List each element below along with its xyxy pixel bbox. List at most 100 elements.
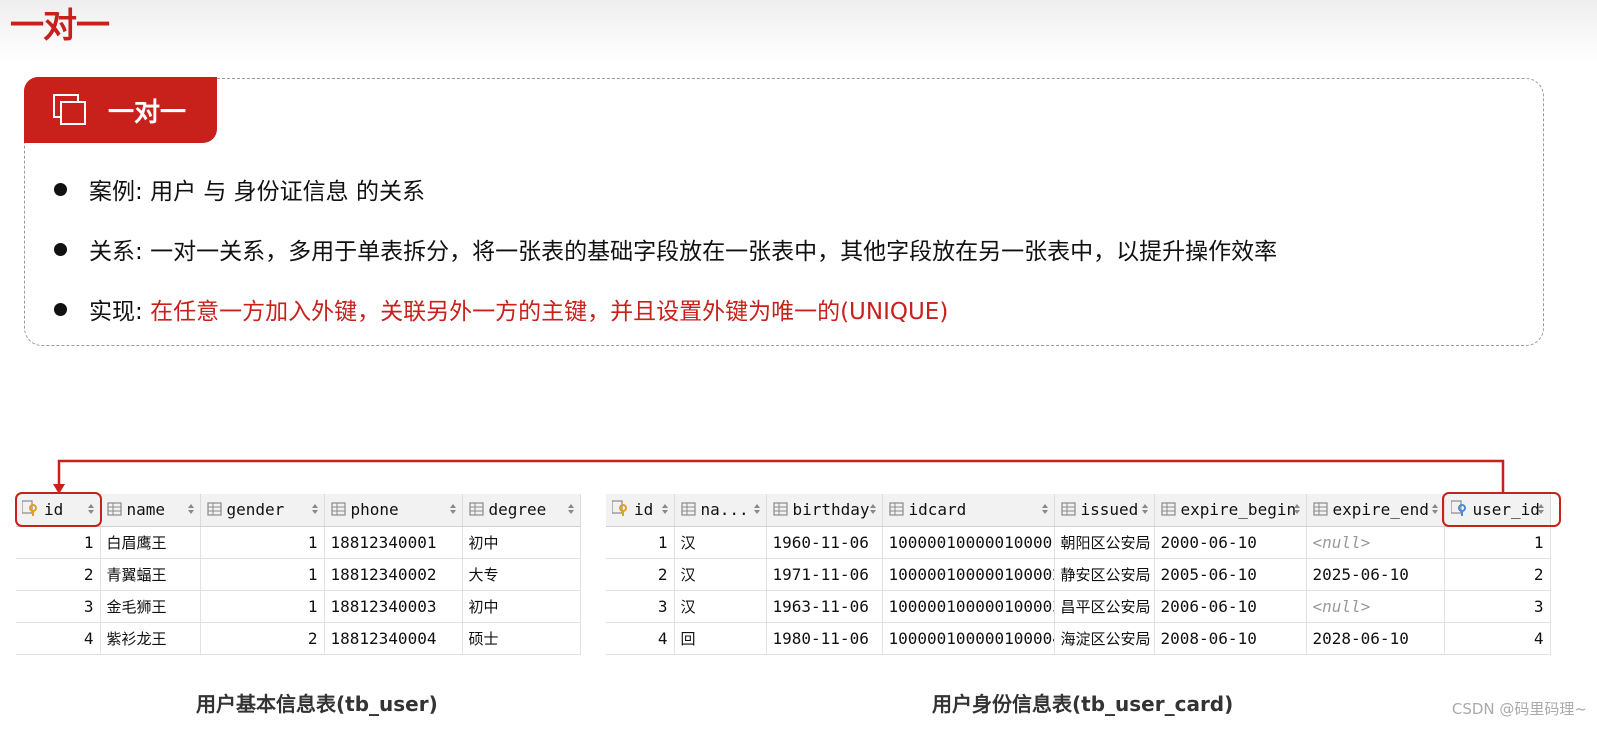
column-icon bbox=[772, 501, 789, 520]
primary-key-highlight bbox=[15, 492, 102, 527]
table-cell[interactable]: 汉 bbox=[674, 590, 767, 623]
column-icon bbox=[330, 501, 347, 520]
table-cell[interactable]: 2 bbox=[606, 558, 675, 591]
relation-arrow bbox=[53, 459, 1505, 494]
column-header-degree[interactable]: degree bbox=[462, 494, 581, 527]
table-cell[interactable]: 2 bbox=[1444, 558, 1551, 591]
table-cell[interactable]: 1 bbox=[606, 526, 675, 559]
table-cell[interactable]: 3 bbox=[1444, 590, 1551, 623]
column-header-expire_end[interactable]: expire_end bbox=[1306, 494, 1445, 527]
table-row[interactable]: 4 回 1980-11-06 100000100000100004 海淀区公安局 2008… bbox=[606, 622, 1551, 655]
table-cell[interactable]: 2006-06-10 bbox=[1154, 590, 1307, 623]
table-cell[interactable]: 白眉鹰王 bbox=[100, 526, 201, 559]
column-header-label: expire_begin bbox=[1180, 500, 1297, 519]
table-cell[interactable]: 18812340001 bbox=[324, 526, 463, 559]
table-cell[interactable]: 3 bbox=[16, 590, 101, 623]
column-icon bbox=[468, 501, 485, 520]
table-cell[interactable]: 18812340004 bbox=[324, 622, 463, 655]
table-cell[interactable]: 2028-06-10 bbox=[1306, 622, 1445, 655]
column-header-label: birthday bbox=[792, 500, 870, 519]
table-row[interactable]: 2 汉 1971-11-06 100000100000100002 静安区公安局 2005… bbox=[606, 558, 1551, 591]
table-cell[interactable]: 18812340003 bbox=[324, 590, 463, 623]
table-cell[interactable]: 4 bbox=[606, 622, 675, 655]
table-cell[interactable]: 1980-11-06 bbox=[766, 622, 883, 655]
column-header-label: na... bbox=[700, 500, 749, 519]
table-cell[interactable]: 18812340002 bbox=[324, 558, 463, 591]
table-cell[interactable]: 1971-11-06 bbox=[766, 558, 883, 591]
foreign-key-highlight bbox=[1442, 492, 1561, 527]
column-header-label: issued bbox=[1080, 500, 1139, 519]
column-header-expire_begin[interactable]: expire_begin bbox=[1154, 494, 1307, 527]
column-header-name[interactable]: name bbox=[100, 494, 201, 527]
table-cell[interactable]: 2025-06-10 bbox=[1306, 558, 1445, 591]
table-cell[interactable]: 4 bbox=[1444, 622, 1551, 655]
table-cell[interactable]: 1 bbox=[1444, 526, 1551, 559]
table-row[interactable]: 1 汉 1960-11-06 100000100000100001 朝阳区公安局 2000… bbox=[606, 526, 1551, 559]
watermark: CSDN @码里码理~ bbox=[1451, 700, 1587, 718]
column-header-id[interactable]: id bbox=[606, 494, 675, 527]
tb-card-header-row: id na... birthday idcard issued expire_begin e… bbox=[606, 494, 1551, 527]
table-cell[interactable]: 回 bbox=[674, 622, 767, 655]
column-header-label: name bbox=[126, 500, 166, 519]
column-header-idcard[interactable]: idcard bbox=[882, 494, 1055, 527]
column-icon bbox=[1160, 501, 1177, 520]
table-row[interactable]: 3 金毛狮王 1 18812340003 初中 bbox=[16, 590, 581, 623]
table-cell[interactable]: 2005-06-10 bbox=[1154, 558, 1307, 591]
table-row[interactable]: 4 紫衫龙王 2 18812340004 硕士 bbox=[16, 622, 581, 655]
column-header-issued[interactable]: issued bbox=[1054, 494, 1155, 527]
tb-user-card-caption: 用户身份信息表(tb_user_card) bbox=[932, 692, 1234, 716]
column-icon bbox=[680, 501, 697, 520]
tb-user-card-table: id na... birthday idcard issued expire_begin e… bbox=[606, 494, 1551, 655]
table-cell[interactable]: 汉 bbox=[674, 558, 767, 591]
key-icon bbox=[611, 500, 630, 520]
table-cell[interactable]: 2 bbox=[200, 622, 325, 655]
column-header-label: phone bbox=[350, 500, 399, 519]
table-cell[interactable]: 1 bbox=[16, 526, 101, 559]
column-header-phone[interactable]: phone bbox=[324, 494, 463, 527]
column-icon bbox=[888, 501, 905, 520]
table-cell[interactable]: 1963-11-06 bbox=[766, 590, 883, 623]
table-row[interactable]: 2 青翼蝠王 1 18812340002 大专 bbox=[16, 558, 581, 591]
table-cell[interactable]: 100000100000100003 bbox=[882, 590, 1055, 623]
tb-user-caption: 用户基本信息表(tb_user) bbox=[196, 692, 438, 716]
tb-user-body: 1 白眉鹰王 1 18812340001 初中 2 青翼蝠王 1 18812340002 大专 3 金… bbox=[16, 526, 581, 655]
column-header-label: expire_end bbox=[1332, 500, 1429, 519]
table-cell[interactable]: 2000-06-10 bbox=[1154, 526, 1307, 559]
column-icon bbox=[106, 501, 123, 520]
table-cell[interactable]: <null> bbox=[1306, 590, 1445, 623]
table-row[interactable]: 3 汉 1963-11-06 100000100000100003 昌平区公安局 2006… bbox=[606, 590, 1551, 623]
table-cell[interactable]: 1 bbox=[200, 590, 325, 623]
table-cell[interactable]: 紫衫龙王 bbox=[100, 622, 201, 655]
table-cell[interactable]: 4 bbox=[16, 622, 101, 655]
table-cell[interactable]: 朝阳区公安局 bbox=[1054, 526, 1155, 559]
table-cell[interactable]: 汉 bbox=[674, 526, 767, 559]
column-icon bbox=[1060, 501, 1077, 520]
table-cell[interactable]: 100000100000100004 bbox=[882, 622, 1055, 655]
table-cell[interactable]: 金毛狮王 bbox=[100, 590, 201, 623]
table-cell[interactable]: 青翼蝠王 bbox=[100, 558, 201, 591]
table-cell[interactable]: 硕士 bbox=[462, 622, 581, 655]
table-cell[interactable]: 初中 bbox=[462, 526, 581, 559]
table-cell[interactable]: 大专 bbox=[462, 558, 581, 591]
table-cell[interactable]: 100000100000100001 bbox=[882, 526, 1055, 559]
table-cell[interactable]: 100000100000100002 bbox=[882, 558, 1055, 591]
table-row[interactable]: 1 白眉鹰王 1 18812340001 初中 bbox=[16, 526, 581, 559]
table-cell[interactable]: 静安区公安局 bbox=[1054, 558, 1155, 591]
column-header-na[interactable]: na... bbox=[674, 494, 767, 527]
table-cell[interactable]: 1 bbox=[200, 558, 325, 591]
column-header-birthday[interactable]: birthday bbox=[766, 494, 883, 527]
column-header-label: idcard bbox=[908, 500, 967, 519]
column-icon bbox=[206, 501, 223, 520]
table-cell[interactable]: 2008-06-10 bbox=[1154, 622, 1307, 655]
column-header-label: gender bbox=[226, 500, 285, 519]
table-cell[interactable]: <null> bbox=[1306, 526, 1445, 559]
column-icon bbox=[1312, 501, 1329, 520]
table-cell[interactable]: 2 bbox=[16, 558, 101, 591]
table-cell[interactable]: 海淀区公安局 bbox=[1054, 622, 1155, 655]
table-cell[interactable]: 昌平区公安局 bbox=[1054, 590, 1155, 623]
column-header-gender[interactable]: gender bbox=[200, 494, 325, 527]
table-cell[interactable]: 3 bbox=[606, 590, 675, 623]
table-cell[interactable]: 初中 bbox=[462, 590, 581, 623]
table-cell[interactable]: 1 bbox=[200, 526, 325, 559]
table-cell[interactable]: 1960-11-06 bbox=[766, 526, 883, 559]
